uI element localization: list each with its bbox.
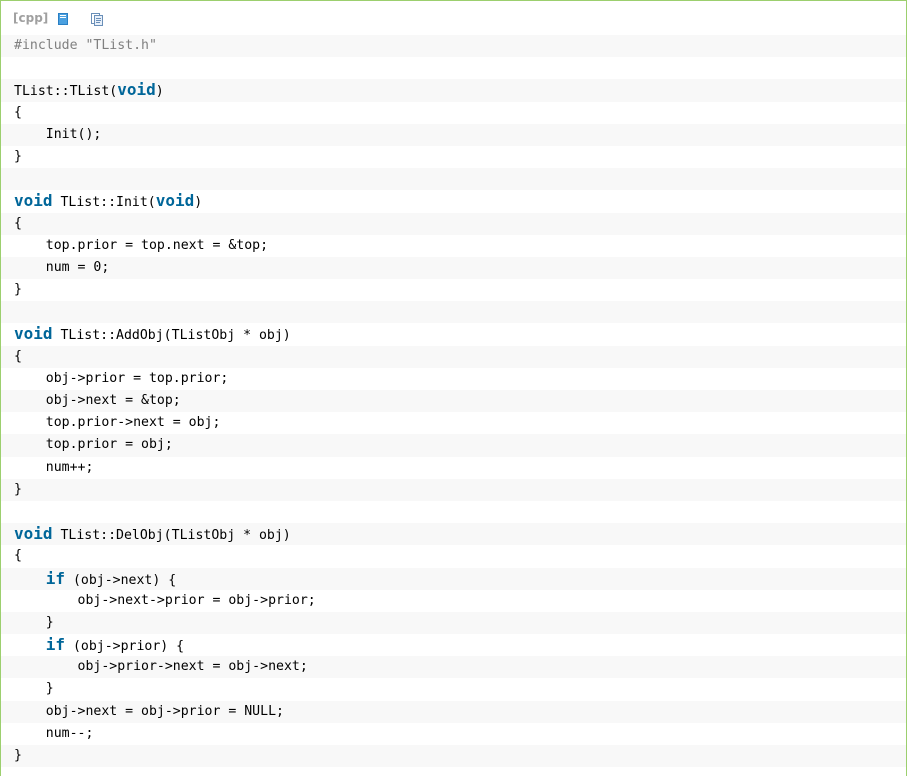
code-token: }: [14, 481, 22, 497]
code-token: {: [14, 215, 22, 231]
keyword-token: void: [117, 80, 156, 100]
code-token: TList::AddObj(TListObj * obj): [52, 328, 291, 344]
code-token: num = 0;: [14, 259, 110, 275]
keyword-token: void: [14, 324, 53, 344]
code-token: (obj->prior) {: [65, 639, 185, 655]
code-line: }: [1, 145, 906, 169]
keyword-token: void: [14, 191, 53, 211]
code-token: {: [14, 104, 22, 120]
code-line: num--;: [1, 722, 906, 745]
language-label: [cpp]: [13, 11, 49, 25]
code-line: {: [1, 212, 906, 235]
code-token: obj->next = &top;: [14, 393, 181, 408]
code-line: if (obj->prior) {: [1, 634, 906, 657]
code-line: obj->prior = top.prior;: [1, 367, 906, 390]
code-token: {: [14, 348, 22, 364]
code-token: ): [194, 195, 203, 211]
code-token: obj->prior = top.prior;: [14, 370, 229, 386]
code-token: top.prior = top.next = &top;: [14, 237, 269, 253]
code-line: num = 0;: [1, 256, 906, 280]
code-token: (obj->next) {: [65, 572, 177, 588]
code-toolbar: [cpp]: [1, 1, 906, 35]
preprocessor-token: #include "TList.h": [14, 38, 157, 53]
code-line: }: [1, 678, 906, 701]
code-token: }: [14, 282, 22, 298]
keyword-token: void: [14, 524, 53, 544]
code-token: num--;: [14, 725, 94, 741]
code-token: Init();: [14, 126, 102, 142]
view-plain-icon[interactable]: [56, 11, 70, 25]
code-token: num++;: [14, 459, 94, 475]
code-line: top.prior->next = obj;: [1, 412, 906, 435]
code-token: }: [14, 148, 22, 164]
code-token: }: [14, 614, 54, 630]
code-line: obj->next = &top;: [1, 390, 906, 413]
code-line: TList::TList(void): [1, 79, 906, 102]
code-line: num++;: [1, 456, 906, 479]
code-token: top.prior->next = obj;: [14, 415, 221, 431]
code-line: [1, 57, 906, 80]
code-token: TList::Init(: [52, 195, 156, 211]
code-line: [1, 500, 906, 524]
code-line: obj->next = obj->prior = NULL;: [1, 700, 906, 723]
code-token: ): [155, 84, 164, 100]
code-block: [cpp] #include "TList.h" TList::TList(vo…: [0, 0, 907, 776]
keyword-token: if: [45, 635, 66, 655]
code-token: }: [14, 748, 22, 763]
code-line: [1, 168, 906, 191]
code-token: }: [14, 681, 54, 697]
code-line: }: [1, 611, 906, 635]
code-line: void TList::DelObj(TListObj * obj): [1, 523, 906, 546]
code-line: {: [1, 545, 906, 568]
code-line: }: [1, 745, 906, 768]
code-line: }: [1, 279, 906, 302]
code-line: #include "TList.h": [1, 35, 906, 58]
code-token: top.prior = obj;: [14, 437, 173, 453]
code-token: obj->prior->next = obj->next;: [14, 659, 308, 675]
code-token: obj->next = obj->prior = NULL;: [14, 703, 284, 719]
code-lines: #include "TList.h" TList::TList(void){ I…: [1, 35, 906, 776]
code-token: obj->next->prior = obj->prior;: [14, 592, 316, 608]
code-line: Init();: [1, 123, 906, 146]
code-line: {: [1, 345, 906, 368]
code-line: top.prior = top.next = &top;: [1, 234, 906, 257]
code-line: }: [1, 478, 906, 501]
code-token: TList::TList(: [14, 84, 118, 100]
code-line: if (obj->next) {: [1, 567, 906, 590]
code-token: TList::DelObj(TListObj * obj): [52, 528, 291, 544]
code-line: void TList::AddObj(TListObj * obj): [1, 323, 906, 346]
keyword-token: if: [45, 568, 66, 588]
code-line: [1, 301, 906, 324]
code-line: top.prior = obj;: [1, 434, 906, 457]
code-line: obj->prior->next = obj->next;: [1, 656, 906, 679]
code-line: {: [1, 101, 906, 124]
code-token: {: [14, 548, 22, 564]
keyword-token: void: [155, 191, 195, 211]
code-line: void TList::Init(void): [1, 190, 906, 213]
code-line: [1, 767, 906, 776]
code-line: obj->next->prior = obj->prior;: [1, 589, 906, 612]
copy-icon[interactable]: [90, 11, 104, 26]
